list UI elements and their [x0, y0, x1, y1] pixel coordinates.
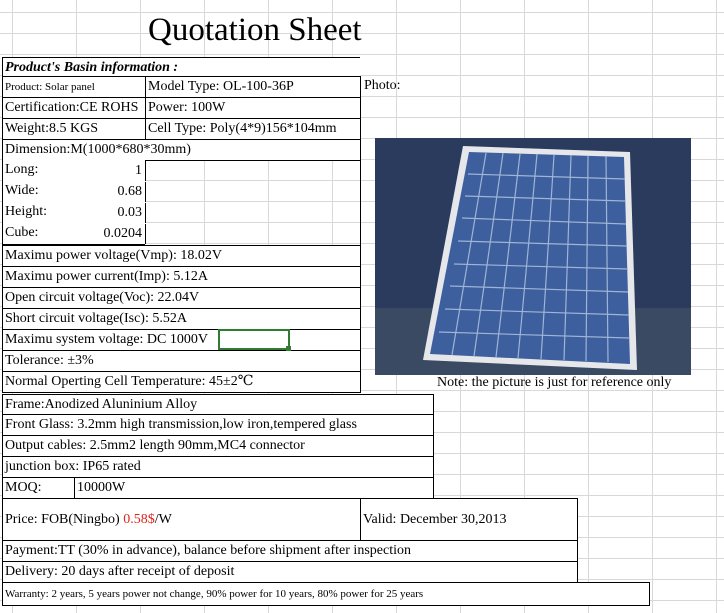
front-glass-cell[interactable]: Front Glass: 3.2mm high transmission,low…: [2, 414, 434, 436]
moq-value[interactable]: 10000W: [74, 477, 434, 499]
voc-cell[interactable]: Open circuit voltage(Voc): 22.04V: [2, 287, 361, 309]
vmp-cell[interactable]: Maximu power voltage(Vmp): 18.02V: [2, 245, 361, 267]
model-type-cell[interactable]: Model Type: OL-100-36P: [145, 76, 361, 98]
moq-label[interactable]: MOQ:: [2, 477, 75, 499]
product-cell[interactable]: Product: Solar panel: [2, 76, 146, 98]
dim-cube-value[interactable]: 0.0204: [80, 224, 146, 244]
system-voltage-cell[interactable]: Maximu system voltage: DC 1000V: [2, 329, 361, 351]
output-cables-cell[interactable]: Output cables: 2.5mm2 length 90mm,MC4 co…: [2, 435, 434, 457]
dim-long-value[interactable]: 1: [100, 161, 146, 181]
noct-cell[interactable]: Normal Operting Cell Temperature: 45±2℃: [2, 371, 361, 393]
warranty-cell[interactable]: Warranty: 2 years, 5 years power not cha…: [2, 582, 650, 606]
cell-selection-box[interactable]: [218, 329, 290, 350]
photo-label: Photo:: [364, 78, 401, 93]
price-value: 0.58$: [123, 512, 155, 527]
photo-note: Note: the picture is just for reference …: [437, 375, 672, 390]
solar-panel-photo: [375, 138, 691, 375]
dims-right-border: [360, 160, 361, 246]
imp-cell[interactable]: Maximu power current(Imp): 5.12A: [2, 266, 361, 288]
valid-cell[interactable]: Valid: December 30,2013: [360, 498, 578, 541]
fill-handle[interactable]: [286, 346, 291, 351]
price-cell[interactable]: Price: FOB(Ningbo) 0.58$/W: [2, 498, 361, 541]
power-cell[interactable]: Power: 100W: [145, 97, 361, 119]
frame-cell[interactable]: Frame:Anodized Aluninium Alloy: [2, 394, 434, 415]
basin-info-header: Product's Basin information :: [2, 57, 360, 77]
delivery-cell[interactable]: Delivery: 20 days after receipt of depos…: [2, 561, 578, 583]
dim-height-value[interactable]: 0.03: [90, 203, 146, 223]
price-unit: /W: [154, 512, 172, 527]
isc-cell[interactable]: Short circuit voltage(Isc): 5.52A: [2, 308, 361, 330]
dim-wide-value[interactable]: 0.68: [90, 182, 146, 202]
certification-cell[interactable]: Certification:CE ROHS: [2, 97, 146, 119]
price-label: Price: FOB(Ningbo): [5, 512, 120, 527]
junction-box-cell[interactable]: junction box: IP65 rated: [2, 456, 434, 478]
weight-cell[interactable]: Weight:8.5 KGS: [2, 118, 146, 140]
cell-type-cell[interactable]: Cell Type: Poly(4*9)156*104mm: [145, 118, 361, 140]
page-title: Quotation Sheet: [148, 12, 362, 48]
payment-cell[interactable]: Payment:TT (30% in advance), balance bef…: [2, 540, 578, 562]
dimension-cell[interactable]: Dimension:M(1000*680*30mm): [2, 139, 361, 161]
tolerance-cell[interactable]: Tolerance: ±3%: [2, 350, 361, 372]
